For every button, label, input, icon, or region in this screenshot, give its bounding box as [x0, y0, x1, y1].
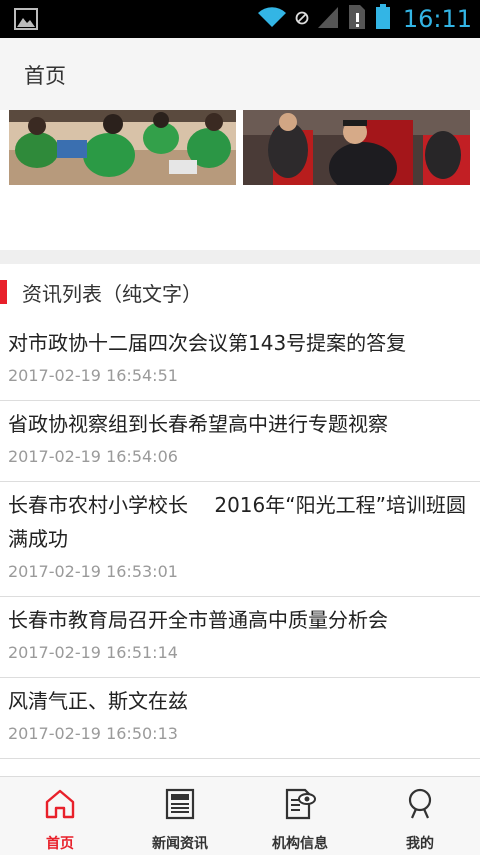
content-scroll[interactable]: 资讯列表（纯文字） 对市政协十二届四次会议第143号提案的答复 2017-02-… [0, 110, 480, 776]
tab-profile[interactable]: 我的 [360, 777, 480, 855]
section-marker [0, 280, 7, 304]
banner-photo-meeting[interactable] [243, 110, 470, 185]
sim-alert-icon [347, 4, 367, 34]
news-time: 2017-02-19 16:51:14 [8, 643, 178, 662]
user-icon [403, 787, 437, 825]
battery-icon [375, 4, 391, 34]
home-icon [43, 787, 77, 825]
app-bar: 首页 [0, 38, 480, 111]
tab-profile-label: 我的 [406, 836, 434, 852]
tab-news-label: 新闻资讯 [152, 836, 208, 852]
tab-home-label: 首页 [46, 836, 74, 852]
image-carousel[interactable] [0, 110, 480, 250]
tab-news[interactable]: 新闻资讯 [120, 777, 240, 855]
news-title: 长春市农村小学校长 2016年“阳光工程”培训班圆满成功 [8, 493, 466, 551]
page-title: 首页 [24, 64, 66, 88]
status-bar: 16:11 [0, 0, 480, 38]
section-divider [0, 250, 480, 264]
tab-organization-label: 机构信息 [272, 836, 328, 852]
news-list: 对市政协十二届四次会议第143号提案的答复 2017-02-19 16:54:5… [0, 320, 480, 759]
news-title: 长春市教育局召开全市普通高中质量分析会 [8, 608, 388, 632]
news-item[interactable]: 对市政协十二届四次会议第143号提案的答复 2017-02-19 16:54:5… [0, 320, 480, 401]
news-time: 2017-02-19 16:50:13 [8, 724, 178, 743]
news-item[interactable]: 省政协视察组到长春希望高中进行专题视察 2017-02-19 16:54:06 [0, 401, 480, 482]
bottom-tab-bar: 首页 新闻资讯 机构信息 我的 [0, 776, 480, 855]
news-item[interactable]: 长春市教育局召开全市普通高中质量分析会 2017-02-19 16:51:14 [0, 597, 480, 678]
news-item[interactable]: 风清气正、斯文在兹 2017-02-19 16:50:13 [0, 678, 480, 759]
section-header: 资讯列表（纯文字） [0, 264, 480, 320]
news-title: 对市政协十二届四次会议第143号提案的答复 [8, 331, 407, 355]
news-title: 省政协视察组到长春希望高中进行专题视察 [8, 412, 388, 436]
news-time: 2017-02-19 16:54:06 [8, 447, 178, 466]
tab-organization[interactable]: 机构信息 [240, 777, 360, 855]
wifi-icon [257, 5, 287, 33]
no-sim-icon [295, 10, 309, 29]
news-title: 风清气正、斯文在兹 [8, 689, 188, 713]
gallery-icon [14, 8, 38, 34]
section-title: 资讯列表（纯文字） [22, 282, 202, 306]
document-eye-icon [283, 787, 317, 825]
news-item[interactable]: 长春市农村小学校长 2016年“阳光工程”培训班圆满成功 2017-02-19 … [0, 482, 480, 597]
status-time: 16:11 [402, 5, 472, 33]
newspaper-icon [163, 787, 197, 825]
news-time: 2017-02-19 16:54:51 [8, 366, 178, 385]
signal-icon [317, 5, 339, 33]
tab-home[interactable]: 首页 [0, 777, 120, 855]
news-time: 2017-02-19 16:53:01 [8, 562, 178, 581]
banner-photo-classroom[interactable] [9, 110, 236, 185]
